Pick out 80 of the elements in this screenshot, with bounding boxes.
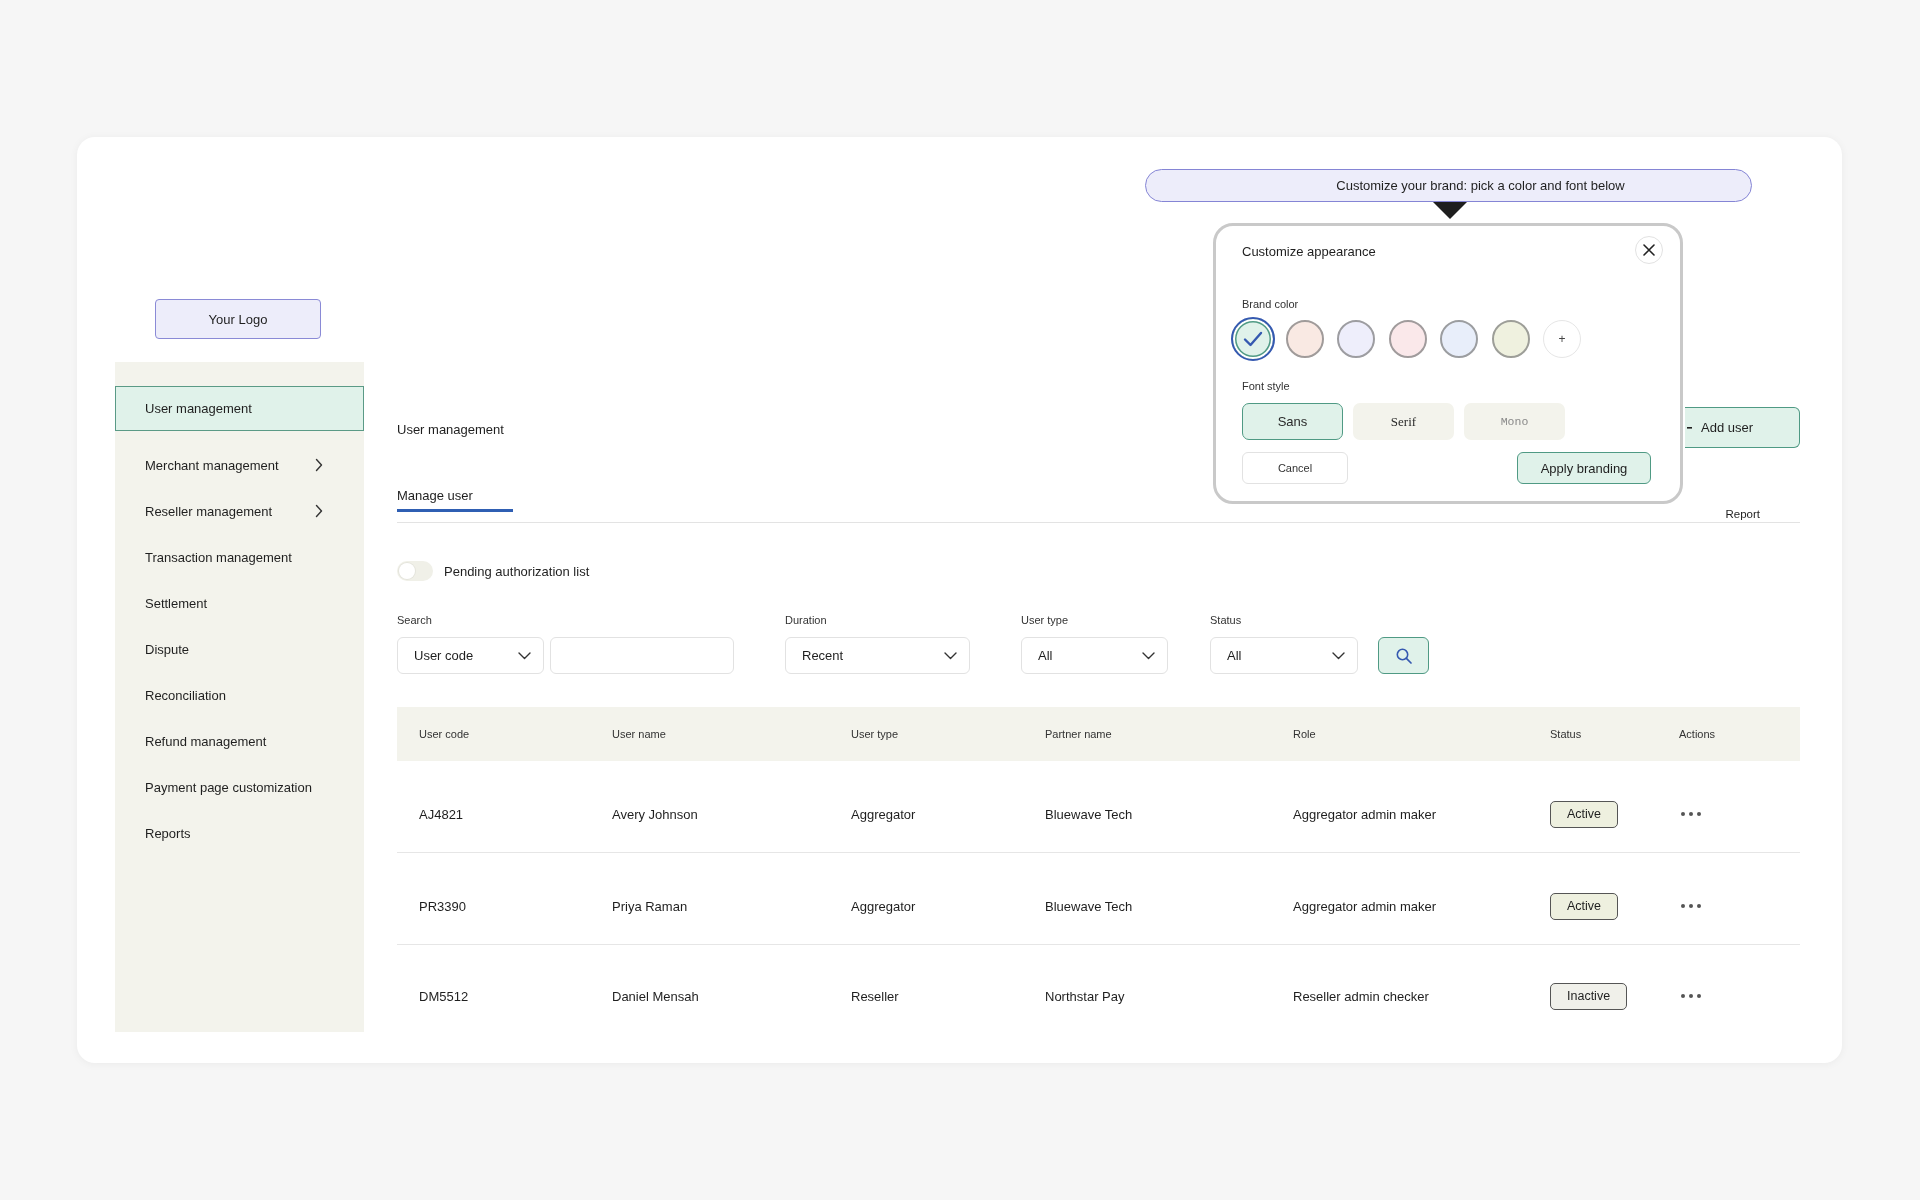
tooltip-banner: Customize your brand: pick a color and font below [1145,169,1752,202]
table-cell: Daniel Mensah [612,988,699,1004]
table-cell: Aggregator [851,806,916,822]
tab[interactable]: Report [1725,507,1760,521]
sidebar-item[interactable]: Reconciliation [115,672,364,718]
status-badge: Inactive [1550,982,1628,1010]
table-cell: AJ4821 [419,806,464,822]
add-user-button[interactable]: Add user [1685,407,1800,448]
color-swatch[interactable] [1285,320,1324,358]
table-cell: Aggregator admin maker [1293,898,1437,914]
pointer-triangle-icon [1433,202,1467,219]
toggle-label: Pending authorization list [444,563,590,579]
table-cell: Aggregator admin maker [1293,806,1437,822]
table-cell: Priya Raman [612,898,688,914]
sidebar-item[interactable]: Reports [115,810,364,856]
color-swatch[interactable] [1388,320,1427,358]
dash-icon [1687,426,1692,429]
table-cell: Aggregator [851,898,916,914]
color-swatch[interactable] [1231,317,1275,361]
sidebar-item[interactable]: User management [115,386,364,431]
page-title: User management [397,421,504,437]
chevron-down-icon [1332,651,1345,660]
sidebar-item[interactable]: Merchant management [115,442,364,488]
sidebar-item[interactable]: Dispute [115,626,364,672]
table-cell: Northstar Pay [1045,988,1125,1004]
column-header: User name [612,728,666,740]
sidebar-item[interactable]: Transaction management [115,534,364,580]
column-header: Status [1550,728,1582,740]
filter-label: Search [397,613,432,627]
close-icon [1643,244,1655,256]
logo-placeholder[interactable]: Your Logo [155,299,321,339]
dropdown[interactable]: All [1021,637,1168,674]
column-header: User type [851,728,899,740]
table-cell: Bluewave Tech [1045,806,1133,822]
color-swatch[interactable] [1440,320,1478,358]
filter-label: User type [1021,613,1069,627]
color-swatch[interactable] [1337,320,1375,358]
search-button[interactable] [1378,637,1429,674]
section-label: Brand color [1242,298,1299,310]
filter-label: Status [1210,613,1242,627]
table-cell: DM5512 [419,988,469,1004]
more-icon[interactable] [1681,812,1701,816]
dialog-title: Customize appearance [1242,243,1376,259]
column-header: Partner name [1045,728,1112,740]
cancel-button[interactable]: Cancel [1242,452,1348,484]
sidebar-item[interactable]: Refund management [115,718,364,764]
more-icon[interactable] [1681,904,1701,908]
status-badge: Active [1550,892,1619,920]
table-cell: Reseller admin checker [1293,988,1429,1004]
table-cell: Avery Johnson [612,806,698,822]
search-input[interactable] [550,637,734,674]
dropdown[interactable]: Recent [785,637,970,674]
status-badge: Active [1550,800,1619,828]
add-color-button[interactable]: + [1543,320,1581,358]
sidebar-item[interactable]: Reseller management [115,488,364,534]
chevron-down-icon [944,651,957,660]
sidebar-item[interactable]: Payment page customization [115,764,364,810]
sidebar-item[interactable]: Settlement [115,580,364,626]
search-icon [1395,647,1412,664]
table-cell: Reseller [851,988,899,1004]
more-icon[interactable] [1681,994,1701,998]
table-cell: Bluewave Tech [1045,898,1133,914]
toggle-switch[interactable] [397,561,433,581]
font-option[interactable]: Sans [1242,403,1343,440]
dropdown[interactable]: User code [397,637,544,674]
chevron-down-icon [1142,651,1155,660]
font-option[interactable]: Serif [1353,403,1454,440]
chevron-down-icon [518,651,531,660]
column-header: Role [1293,728,1316,740]
section-label: Font style [1242,380,1290,392]
dropdown[interactable]: All [1210,637,1358,674]
apply-button[interactable]: Apply branding [1517,452,1651,484]
check-icon [1243,331,1263,347]
table-cell: PR3390 [419,898,466,914]
filter-label: Duration [785,613,827,627]
close-button[interactable] [1635,236,1663,264]
column-header: Actions [1679,728,1716,740]
tab[interactable]: Manage user [397,488,513,512]
column-header: User code [419,728,470,740]
color-swatch[interactable] [1491,320,1530,358]
